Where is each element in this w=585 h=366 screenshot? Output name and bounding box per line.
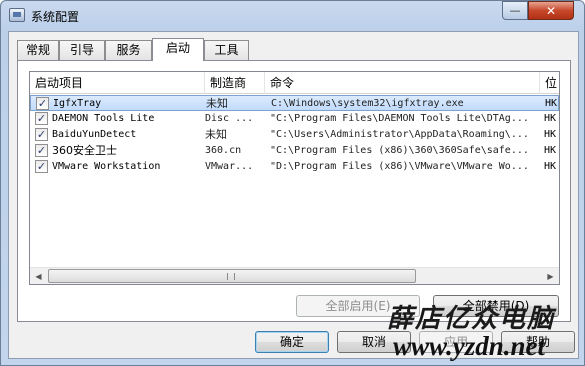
- watermark-url: www.yzdn.net: [393, 331, 546, 361]
- location-cell: HK: [544, 113, 557, 124]
- manufacturer-cell: 360.cn: [205, 145, 242, 156]
- window-title: 系统配置: [31, 10, 80, 24]
- startup-tab-panel: 启动项目 制造商 命令 位 ✓ IgfxTray 未知 C:\Windows\s…: [17, 60, 571, 322]
- manufacturer-cell: 未知: [205, 128, 227, 141]
- startup-item-name: DAEMON Tools Lite: [52, 113, 155, 124]
- tab-tools[interactable]: 工具: [204, 40, 249, 60]
- manufacturer-cell: 未知: [206, 97, 228, 110]
- location-cell: HK: [544, 145, 557, 156]
- tab-general[interactable]: 常规: [17, 40, 59, 60]
- manufacturer-cell: Disc ...: [205, 113, 254, 124]
- minimize-button[interactable]: —: [502, 1, 528, 20]
- close-button[interactable]: ✕: [528, 1, 574, 20]
- startup-item-name: VMware Workstation: [52, 161, 161, 172]
- watermark-text: 薛店亿众电脑: [387, 304, 556, 334]
- title-bar[interactable]: 系统配置 — ✕: [1, 1, 584, 31]
- arrow-left-icon: ◀: [35, 272, 42, 281]
- list-item[interactable]: ✓ IgfxTray 未知 C:\Windows\system32\igfxtr…: [30, 95, 559, 111]
- app-icon: [9, 8, 25, 22]
- column-header-manufacturer[interactable]: 制造商: [205, 72, 265, 94]
- row-checkbox[interactable]: ✓: [35, 160, 48, 173]
- row-checkbox[interactable]: ✓: [36, 97, 49, 110]
- tab-startup[interactable]: 启动: [152, 38, 204, 61]
- column-header-command[interactable]: 命令: [265, 72, 540, 94]
- list-header: 启动项目 制造商 命令 位: [30, 72, 559, 94]
- arrow-right-icon: ▶: [547, 272, 554, 281]
- list-item[interactable]: ✓ 360安全卫士 360.cn "C:\Program Files (x86)…: [30, 143, 559, 159]
- command-cell: "C:\Program Files (x86)\360\360Safe\safe…: [270, 145, 529, 156]
- startup-item-name: BaiduYunDetect: [52, 129, 137, 140]
- startup-item-name: 360安全卫士: [52, 144, 117, 157]
- tab-services[interactable]: 服务: [105, 40, 152, 60]
- horizontal-scrollbar[interactable]: ◀ ▶: [30, 267, 559, 284]
- column-header-startup-item[interactable]: 启动项目: [30, 72, 205, 94]
- row-checkbox[interactable]: ✓: [35, 144, 48, 157]
- command-cell: "C:\Program Files\DAEMON Tools Lite\DTAg…: [270, 113, 529, 124]
- location-cell: HK: [545, 98, 558, 109]
- list-item[interactable]: ✓ VMware Workstation VMwar... "D:\Progra…: [30, 159, 559, 175]
- startup-list[interactable]: 启动项目 制造商 命令 位 ✓ IgfxTray 未知 C:\Windows\s…: [29, 71, 560, 285]
- grip-icon: [227, 273, 235, 280]
- command-cell: C:\Windows\system32\igfxtray.exe: [271, 98, 464, 109]
- ok-button[interactable]: 确定: [255, 331, 329, 353]
- minimize-icon: —: [509, 4, 521, 17]
- manufacturer-cell: VMwar...: [205, 161, 254, 172]
- scroll-thumb[interactable]: [48, 269, 416, 283]
- close-icon: ✕: [545, 3, 557, 18]
- row-checkbox[interactable]: ✓: [35, 128, 48, 141]
- startup-item-name: IgfxTray: [53, 98, 102, 109]
- scroll-left-button[interactable]: ◀: [30, 268, 47, 284]
- location-cell: HK: [544, 129, 557, 140]
- column-header-location[interactable]: 位: [540, 72, 559, 94]
- list-item[interactable]: ✓ DAEMON Tools Lite Disc ... "C:\Program…: [30, 111, 559, 127]
- tab-boot[interactable]: 引导: [59, 40, 105, 60]
- list-item[interactable]: ✓ BaiduYunDetect 未知 "C:\Users\Administra…: [30, 127, 559, 143]
- scroll-right-button[interactable]: ▶: [542, 268, 559, 284]
- command-cell: "C:\Users\Administrator\AppData\Roaming\…: [270, 129, 529, 140]
- command-cell: "D:\Program Files (x86)\VMware\VMware Wo…: [270, 161, 529, 172]
- system-config-window: 系统配置 — ✕ 常规 引导 服务 启动 工具 启动项目 制造商 命令 位 ✓ …: [0, 0, 585, 366]
- location-cell: HK: [544, 161, 557, 172]
- row-checkbox[interactable]: ✓: [35, 112, 48, 125]
